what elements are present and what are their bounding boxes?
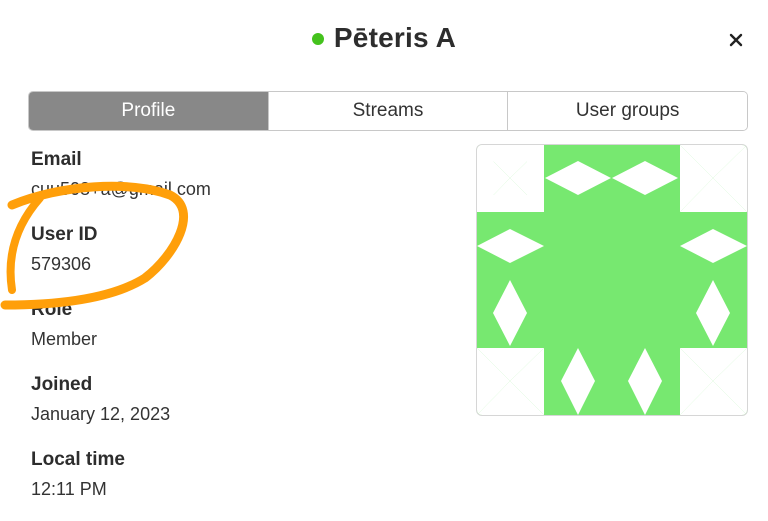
user-name-title: Pēteris A: [333, 22, 457, 53]
user-avatar: [476, 144, 748, 416]
title-wrap: Pēteris A: [0, 22, 768, 54]
field-role: Role Member: [31, 296, 451, 371]
tab-profile[interactable]: Profile: [29, 92, 268, 130]
local-time-value: 12:11 PM: [31, 479, 107, 499]
active-status-dot: [311, 33, 324, 45]
close-icon: [729, 33, 743, 47]
close-button[interactable]: [722, 26, 750, 54]
tab-streams[interactable]: Streams: [267, 92, 508, 130]
field-user-id: User ID 579306: [31, 221, 451, 296]
field-label: Role: [31, 299, 73, 320]
field-label: User ID: [31, 224, 98, 245]
field-joined: Joined January 12, 2023: [31, 371, 451, 446]
profile-fields: Email cuu508+a@gmail.com User ID 579306 …: [31, 146, 451, 521]
field-local-time: Local time 12:11 PM: [31, 446, 451, 521]
joined-value: January 12, 2023: [31, 404, 171, 424]
identicon-avatar: [477, 145, 747, 415]
profile-tabs: Profile Streams User groups: [28, 91, 748, 131]
field-label: Email: [31, 149, 82, 170]
field-label: Joined: [31, 374, 93, 395]
user-id-value: 579306: [31, 254, 92, 274]
tab-user-groups[interactable]: User groups: [507, 92, 747, 130]
field-email: Email cuu508+a@gmail.com: [31, 146, 451, 221]
field-label: Local time: [31, 449, 125, 470]
modal-header: Pēteris A: [0, 0, 768, 88]
role-value: Member: [31, 329, 98, 349]
email-value: cuu508+a@gmail.com: [31, 179, 211, 199]
